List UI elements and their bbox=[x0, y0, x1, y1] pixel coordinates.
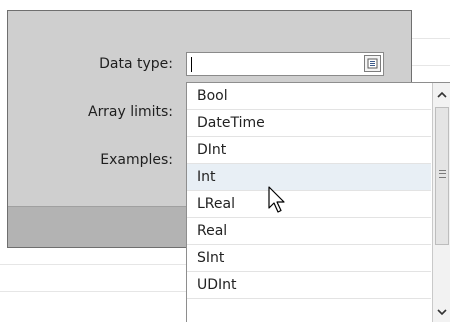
grip-icon bbox=[439, 170, 446, 178]
mouse-pointer-icon bbox=[268, 186, 288, 220]
text-caret bbox=[191, 57, 192, 72]
data-type-dropdown[interactable]: Bool DateTime DInt Int LReal Real SInt U… bbox=[186, 82, 450, 322]
dropdown-item-lreal[interactable]: LReal bbox=[187, 191, 431, 218]
chevron-up-icon[interactable] bbox=[435, 88, 449, 102]
dropdown-item-sint[interactable]: SInt bbox=[187, 245, 431, 272]
list-icon bbox=[367, 58, 378, 69]
array-limits-label: Array limits: bbox=[88, 104, 173, 120]
dropdown-item-real[interactable]: Real bbox=[187, 218, 431, 245]
examples-label: Examples: bbox=[100, 152, 173, 168]
dropdown-item-udint[interactable]: UDInt bbox=[187, 272, 431, 299]
dropdown-item-datetime[interactable]: DateTime bbox=[187, 110, 431, 137]
dropdown-scrollbar[interactable] bbox=[432, 83, 450, 322]
scroll-thumb[interactable] bbox=[435, 107, 449, 245]
grid-line bbox=[412, 38, 450, 39]
data-type-label: Data type: bbox=[99, 56, 173, 72]
data-type-input[interactable] bbox=[186, 52, 384, 76]
dropdown-item-int[interactable]: Int bbox=[187, 164, 431, 191]
grid-line bbox=[412, 65, 450, 66]
chevron-down-icon[interactable] bbox=[435, 305, 449, 319]
list-button[interactable] bbox=[364, 55, 381, 72]
dropdown-item-dint[interactable]: DInt bbox=[187, 137, 431, 164]
dropdown-item-bool[interactable]: Bool bbox=[187, 83, 431, 110]
